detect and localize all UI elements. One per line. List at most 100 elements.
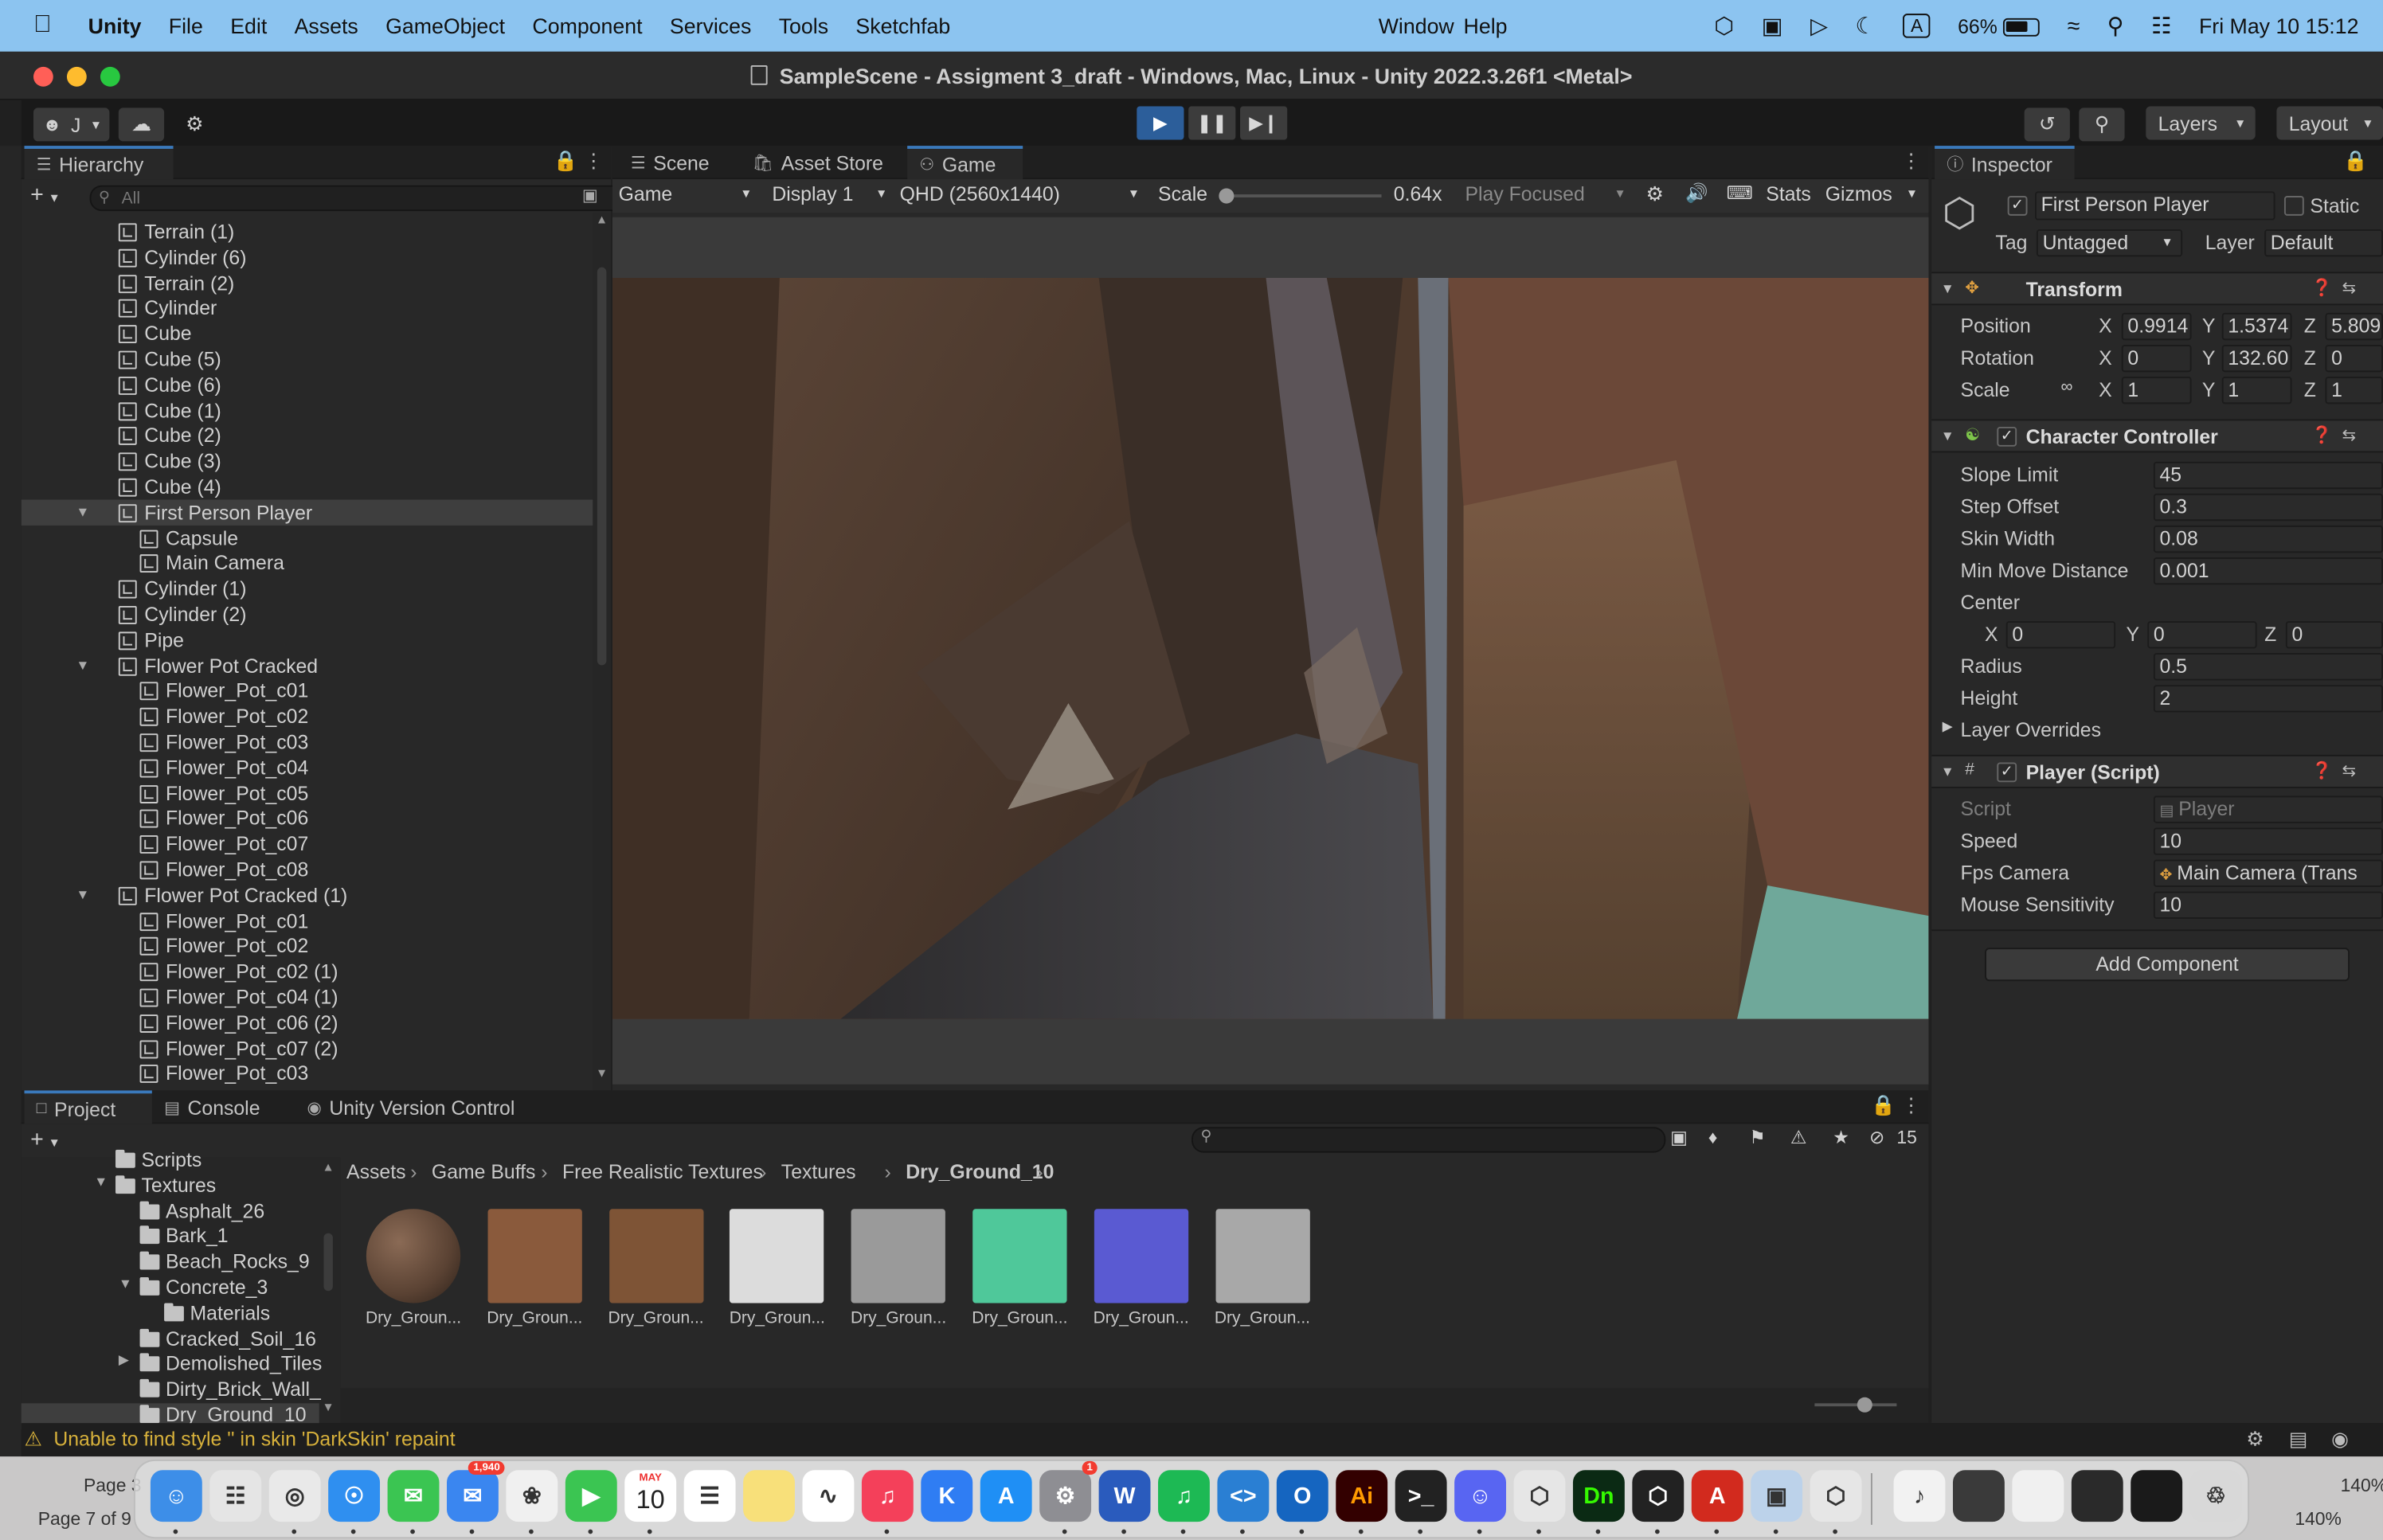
undo-history-button[interactable]: ↺ — [2024, 107, 2070, 142]
cloud-button[interactable]: ☁ — [118, 107, 165, 142]
skin-width-field[interactable]: 0.08 — [2153, 525, 2383, 553]
scale-slider-thumb[interactable] — [1219, 188, 1235, 204]
debug-icon[interactable]: ⚙ — [2246, 1423, 2264, 1456]
folder-tree-item[interactable]: ▼ Concrete_3 — [22, 1276, 319, 1301]
folder-tree-item[interactable]: Dirty_Brick_Wall_ — [22, 1378, 321, 1403]
minimize-window-button[interactable] — [66, 66, 87, 87]
freeform-icon[interactable]: ∿ — [802, 1470, 855, 1522]
hierarchy-row[interactable]: Flower_Pot_c08 — [22, 857, 611, 882]
control-center-icon[interactable]: ☷ — [2151, 12, 2172, 39]
window-2-icon[interactable] — [2012, 1470, 2064, 1522]
mouse-sensitivity-field[interactable]: 10 — [2153, 891, 2383, 919]
game-view-dropdown[interactable]: Game ▼ — [619, 182, 756, 205]
breadcrumb-item[interactable]: Dry_Ground_10 — [906, 1160, 1054, 1183]
discord-icon[interactable]: ☺ — [1454, 1470, 1506, 1522]
active-checkbox[interactable]: ✓ — [2007, 196, 2028, 216]
center-z-field[interactable]: 0 — [2285, 621, 2383, 649]
hierarchy-row[interactable]: Flower_Pot_c03 — [22, 729, 611, 755]
gizmos-button[interactable]: Gizmos — [1825, 182, 1892, 205]
stats-button[interactable]: Stats — [1766, 182, 1811, 205]
tag-dropdown[interactable]: Untagged ▼ — [2036, 229, 2183, 257]
play-button[interactable]: ▶ — [1137, 106, 1184, 140]
asset-thumbnail-texture[interactable] — [608, 1209, 703, 1304]
facetime-icon[interactable]: ▶ — [565, 1470, 617, 1522]
search-by-type-icon[interactable]: ▣ — [1670, 1127, 1688, 1148]
acrobat-icon[interactable]: A — [1691, 1470, 1743, 1522]
rotation-x-field[interactable]: 0 — [2121, 344, 2192, 373]
breadcrumb-item[interactable]: Game Buffs — [432, 1160, 536, 1183]
hierarchy-row[interactable]: Flower_Pot_c03 — [22, 1061, 611, 1086]
capture-status-icon[interactable]: ▣ — [1762, 12, 1783, 39]
word-icon[interactable]: W — [1098, 1470, 1151, 1522]
static-checkbox[interactable] — [2283, 196, 2304, 216]
hierarchy-row[interactable]: Flower_Pot_c07 (2) — [22, 1035, 611, 1061]
more-options-icon[interactable]: ⋮ — [584, 149, 604, 174]
hierarchy-row[interactable]: Cube (2) — [22, 423, 611, 448]
help-icon[interactable]: ❓ — [2311, 761, 2332, 780]
player-script-enabled-checkbox[interactable]: ✓ — [1997, 762, 2017, 783]
breadcrumb-item[interactable]: Free Realistic Textures — [562, 1160, 763, 1183]
asset-thumbnail-material[interactable] — [366, 1209, 461, 1304]
illustrator-icon[interactable]: Ai — [1336, 1470, 1388, 1522]
icon-size-slider-thumb[interactable] — [1857, 1397, 1872, 1413]
breadcrumb-item[interactable]: Assets — [346, 1160, 405, 1183]
asset-thumbnail-texture[interactable] — [1094, 1209, 1188, 1304]
hierarchy-scrollbar[interactable]: ▲ ▼ — [593, 213, 612, 1091]
vscode-icon[interactable]: <> — [1217, 1470, 1270, 1522]
hierarchy-row[interactable]: Flower_Pot_c06 (2) — [22, 1010, 611, 1035]
input-source-indicator[interactable]: A — [1903, 14, 1931, 38]
more-options-icon[interactable]: ⋮ — [1901, 1093, 1921, 1118]
position-x-field[interactable]: 0.9914 — [2121, 312, 2192, 341]
menu-help[interactable]: Help — [1464, 14, 1508, 38]
folder-tree-item[interactable]: Bark_1 — [22, 1225, 319, 1250]
fold-arrow-icon[interactable]: ▼ — [76, 882, 94, 908]
battery-status[interactable]: 66% — [1958, 14, 2041, 37]
scale-z-field[interactable]: 1 — [2325, 377, 2383, 405]
search-icon[interactable]: ⚲ — [2107, 12, 2124, 39]
keyboard-shortcuts-icon[interactable]: ⌨ — [1727, 182, 1753, 204]
constrain-proportions-icon[interactable]: ∞ — [2060, 378, 2072, 397]
hierarchy-row[interactable]: Flower_Pot_c02 — [22, 703, 611, 729]
help-icon[interactable]: ❓ — [2311, 425, 2332, 445]
position-y-field[interactable]: 1.5374 — [2221, 312, 2292, 341]
display-dropdown[interactable]: Display 1 ▼ — [772, 182, 890, 205]
tab-unity-version-control[interactable]: ◉ Unity Version Control — [295, 1090, 526, 1124]
character-controller-enabled-checkbox[interactable]: ✓ — [1997, 426, 2017, 447]
radius-field[interactable]: 0.5 — [2153, 653, 2383, 681]
breadcrumb-item[interactable]: Textures — [781, 1160, 856, 1183]
unity-status-icon[interactable]: ⬡ — [1714, 12, 1734, 39]
hierarchy-row[interactable]: Cylinder (6) — [22, 244, 611, 270]
folder-tree-item[interactable]: Beach_Rocks_9 — [22, 1250, 319, 1276]
hierarchy-row[interactable]: Flower_Pot_c01 — [22, 678, 611, 703]
player-script-header[interactable]: ▼ # ✓ Player (Script) ❓ ⇆ — [1931, 754, 2383, 788]
menu-component[interactable]: Component — [532, 14, 642, 38]
apple-icon[interactable]:  — [33, 12, 67, 39]
terminal-icon[interactable]: >_ — [1395, 1470, 1447, 1522]
frame-debugger-icon[interactable]: ⚙ — [1646, 182, 1664, 207]
hierarchy-row[interactable]: Flower_Pot_c01 — [22, 908, 611, 933]
character-controller-header[interactable]: ▼ ☯ ✓ Character Controller ❓ ⇆ — [1931, 419, 2383, 453]
hierarchy-row[interactable]: Cube (1) — [22, 397, 611, 423]
close-window-button[interactable] — [33, 66, 53, 87]
hidden-packages-icon[interactable]: ⊘ — [1869, 1127, 1884, 1148]
scale-slider[interactable] — [1219, 188, 1382, 204]
preview-icon[interactable]: ▣ — [1751, 1470, 1803, 1522]
network-icon[interactable]: ◉ — [2331, 1423, 2349, 1456]
window-1-icon[interactable] — [1952, 1470, 2005, 1522]
moon-icon[interactable]: ☾ — [1855, 12, 1876, 39]
hierarchy-search-input[interactable]: ⚲ All — [89, 185, 625, 212]
hierarchy-row[interactable]: Flower_Pot_c07 — [22, 831, 611, 857]
hierarchy-row[interactable]: Terrain (2) — [22, 270, 611, 295]
preset-icon[interactable]: ⇆ — [2342, 278, 2356, 298]
rotation-z-field[interactable]: 0 — [2325, 344, 2383, 373]
lock-icon[interactable]: 🔒 — [1871, 1093, 1896, 1118]
hierarchy-row[interactable]: ▼ Flower Pot Cracked (1) — [22, 882, 611, 908]
window-3-icon[interactable] — [2071, 1470, 2123, 1522]
folder-tree-scroll-thumb[interactable] — [323, 1233, 333, 1292]
preset-icon[interactable]: ⇆ — [2342, 761, 2356, 780]
finder-icon[interactable]: ☺ — [150, 1470, 202, 1522]
layer-dropdown[interactable]: Default — [2264, 229, 2383, 257]
fold-arrow-icon[interactable]: ▼ — [76, 652, 94, 678]
hierarchy-row[interactable]: Cylinder — [22, 295, 611, 321]
window-4-icon[interactable] — [2131, 1470, 2183, 1522]
